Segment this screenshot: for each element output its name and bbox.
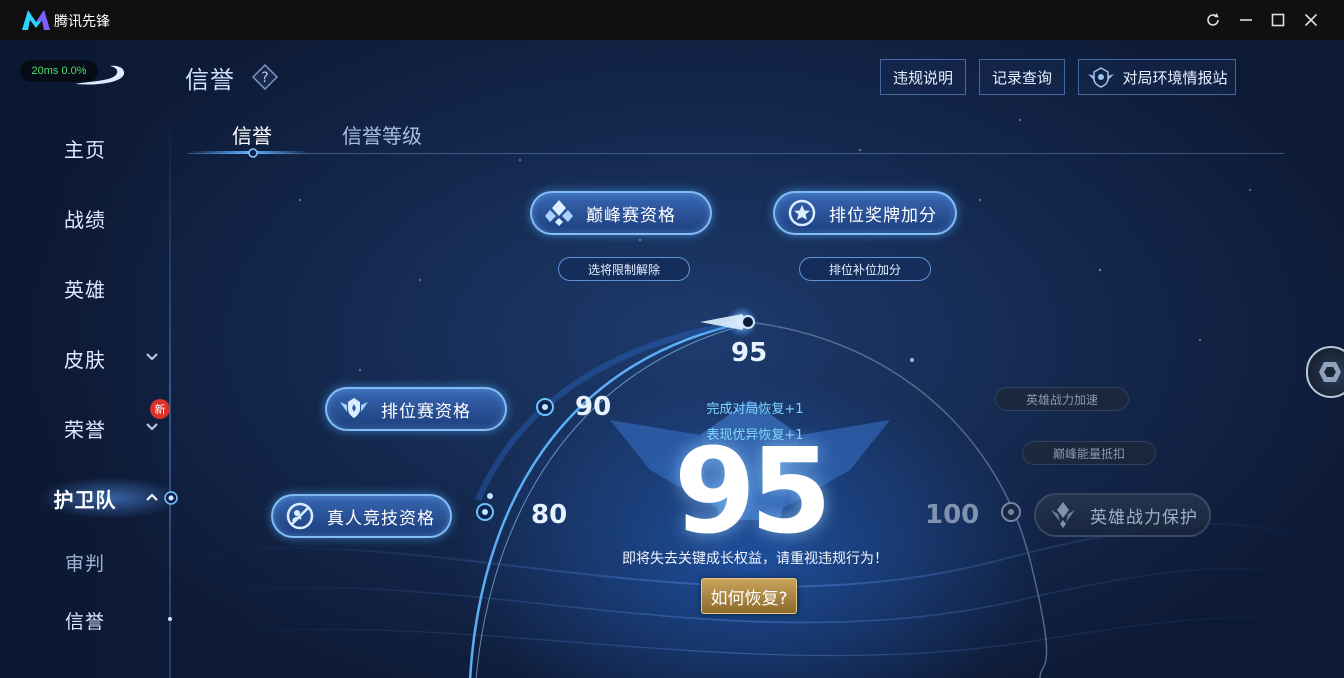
hero-power-protect-privilege[interactable]: 英雄战力保护 [1034, 493, 1211, 537]
sidebar-item-heroes[interactable]: 英雄 [0, 268, 170, 308]
power-boost-label: 英雄战力加速 [1025, 392, 1098, 407]
sidebar-item-judge[interactable]: 审判 [0, 542, 170, 582]
sidebar-item-label: 信誉 [64, 610, 105, 633]
records-button[interactable]: 记录查询 [979, 59, 1065, 95]
hexagon-icon [1319, 362, 1341, 382]
records-button-label: 记录查询 [991, 68, 1052, 87]
rules-button[interactable]: 违规说明 [880, 59, 966, 95]
medal-sub-benefit: 排位补位加分 [799, 257, 931, 281]
chevron-up-icon [146, 493, 158, 501]
sidebar-divider [169, 112, 171, 678]
shield-wings-icon [1088, 67, 1115, 88]
threshold-mark-95: 95 [731, 338, 768, 368]
close-button[interactable] [1301, 10, 1321, 30]
ranked-medal-label: 排位奖牌加分 [829, 205, 937, 226]
sidebar-item-records[interactable]: 战绩 [0, 198, 170, 238]
power-boost-benefit: 英雄战力加速 [995, 387, 1129, 411]
game-logo-icon [75, 65, 125, 85]
chevron-down-icon [146, 423, 158, 431]
star-medal-icon [788, 199, 816, 227]
maximize-button[interactable] [1268, 10, 1288, 30]
ranked-match-privilege[interactable]: 排位赛资格 [325, 387, 507, 431]
rules-button-label: 违规说明 [892, 68, 953, 87]
background-decoration [171, 119, 1344, 678]
how-to-recover-label: 如何恢复? [710, 588, 788, 609]
medal-sub-label: 排位补位加分 [828, 262, 901, 277]
maximize-icon [1271, 13, 1285, 27]
peak-energy-benefit: 巅峰能量抵扣 [1022, 441, 1156, 465]
no-bot-icon [286, 502, 314, 530]
ping-value: 20ms [31, 65, 59, 77]
sidebar-item-home[interactable]: 主页 [0, 128, 170, 168]
game-view: 20ms 0.0% 主页 战绩 英雄 皮肤 荣誉 新 护卫队 审判 信誉 信誉 … [0, 40, 1344, 678]
sidebar-item-label: 英雄 [64, 277, 106, 302]
recover-rule-match: 完成对局恢复+1 [706, 402, 804, 417]
how-to-recover-button[interactable]: 如何恢复? [701, 578, 797, 614]
environment-station-label: 对局环境情报站 [1122, 68, 1228, 87]
hero-power-protect-label: 英雄战力保护 [1090, 507, 1198, 528]
tab-label: 信誉 [232, 124, 272, 148]
sidebar-item-label: 审判 [64, 552, 105, 575]
minimize-button[interactable] [1236, 10, 1256, 30]
sidebar-item-honor[interactable]: 荣誉 [0, 408, 170, 448]
ranked-match-label: 排位赛资格 [381, 401, 471, 422]
sidebar-item-label: 战绩 [64, 207, 106, 232]
sidebar-item-label: 护卫队 [53, 487, 117, 512]
tab-credit-level[interactable]: 信誉等级 [342, 120, 422, 149]
sidebar-item-skins[interactable]: 皮肤 [0, 338, 170, 378]
peak-match-privilege[interactable]: 巅峰赛资格 [530, 191, 712, 235]
title-bar: 腾讯先锋 [0, 0, 1344, 40]
wing-shield-icon [340, 398, 368, 418]
warning-text: 即将失去关键成长权益，请重视违规行为！ [622, 551, 888, 567]
tab-indicator-dot-icon [248, 148, 258, 158]
dim-emblem-icon [1051, 502, 1075, 528]
real-person-label: 真人竞技资格 [327, 508, 435, 529]
sidebar: 20ms 0.0% 主页 战绩 英雄 皮肤 荣誉 新 护卫队 审判 信誉 [0, 40, 178, 678]
help-glyph: ? [261, 70, 268, 86]
refresh-button[interactable] [1203, 10, 1223, 30]
threshold-mark-100: 100 [925, 500, 980, 530]
chevron-down-icon [146, 353, 158, 361]
app-logo-icon [22, 10, 50, 30]
sidebar-item-label: 主页 [64, 137, 106, 162]
ranked-medal-privilege[interactable]: 排位奖牌加分 [773, 191, 957, 235]
active-indicator-dot-icon [164, 491, 178, 505]
sidebar-item-label: 皮肤 [64, 347, 106, 372]
tab-label: 信誉等级 [342, 124, 422, 148]
tab-divider [188, 153, 1284, 154]
sidebar-item-credit[interactable]: 信誉 [0, 600, 170, 640]
peak-energy-label: 巅峰能量抵扣 [1052, 446, 1125, 461]
peak-match-label: 巅峰赛资格 [586, 205, 676, 226]
credit-score: 95 [673, 422, 832, 560]
new-badge: 新 [150, 399, 170, 419]
close-icon [1304, 13, 1318, 27]
peak-sub-label: 选将限制解除 [587, 262, 660, 277]
tab-credit[interactable]: 信誉 [232, 120, 272, 149]
minimize-icon [1240, 19, 1252, 21]
app-title: 腾讯先锋 [54, 14, 110, 30]
real-person-privilege[interactable]: 真人竞技资格 [271, 494, 452, 538]
help-icon[interactable]: ? [252, 64, 278, 90]
diamond-emblem-icon [545, 200, 573, 226]
page-title: 信誉 [185, 66, 235, 94]
threshold-mark-90: 90 [575, 392, 612, 422]
sidebar-item-guard[interactable]: 护卫队 [0, 478, 170, 518]
threshold-mark-80: 80 [531, 500, 568, 530]
refresh-icon [1207, 13, 1219, 26]
environment-station-button[interactable]: 对局环境情报站 [1078, 59, 1236, 95]
peak-sub-benefit: 选将限制解除 [558, 257, 690, 281]
sidebar-item-label: 荣誉 [64, 417, 106, 442]
sub-indicator-dot-icon [168, 617, 172, 621]
